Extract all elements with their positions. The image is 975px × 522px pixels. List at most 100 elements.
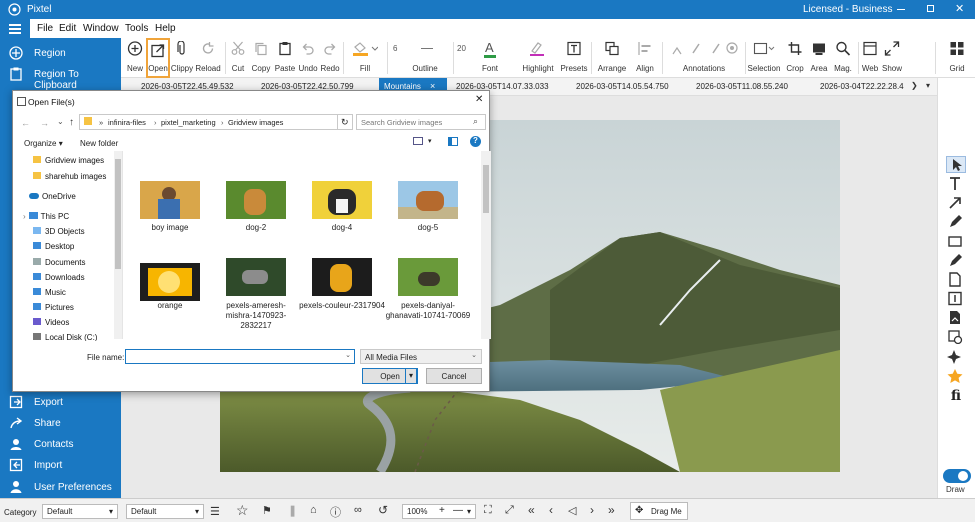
step-number-tool-icon[interactable]: [946, 291, 966, 308]
open-dropdown-icon[interactable]: ▾: [405, 368, 417, 384]
sidebar-item-import[interactable]: Import: [0, 455, 121, 475]
copy-button[interactable]: Copy: [250, 38, 272, 78]
view-mode-icon[interactable]: [413, 137, 423, 145]
tab-item[interactable]: 2026-03-05T14.05.54.750: [576, 82, 669, 91]
file-name[interactable]: dog-5: [385, 223, 471, 233]
file-name[interactable]: orange: [127, 301, 213, 311]
file-name[interactable]: boy image: [127, 223, 213, 233]
previous-page-icon[interactable]: ‹: [549, 503, 553, 517]
redo-button[interactable]: Redo: [319, 38, 341, 78]
file-name[interactable]: pexels-ameresh-mishra-1470923-2832217: [213, 301, 299, 331]
preview-pane-icon[interactable]: [448, 137, 458, 146]
star-icon[interactable]: [946, 368, 966, 385]
cancel-button[interactable]: Cancel: [426, 368, 482, 384]
draw-toggle[interactable]: [943, 469, 971, 483]
magic-sparkle-icon[interactable]: [946, 349, 966, 366]
sidebar-item-region-to-clipboard[interactable]: Region To Clipboard: [0, 64, 121, 91]
new-folder-button[interactable]: New folder: [80, 139, 118, 148]
tree-item-sharehub-images[interactable]: sharehub images: [33, 172, 106, 181]
tree-item-local-disk[interactable]: Local Disk (C:): [33, 333, 97, 341]
fit-screen-icon[interactable]: ⛶: [484, 504, 492, 517]
file-name[interactable]: dog-2: [213, 223, 299, 233]
close-icon[interactable]: ✕: [955, 2, 964, 15]
highlight-button[interactable]: Highlight: [517, 38, 559, 78]
text-tool-icon[interactable]: [946, 176, 966, 193]
dialog-close-icon[interactable]: ✕: [475, 94, 483, 105]
outline-size[interactable]: 6: [393, 44, 397, 53]
category-select[interactable]: Default ▾: [42, 504, 118, 519]
file-thumbnail[interactable]: [312, 181, 372, 219]
expand-icon[interactable]: ⤢: [505, 504, 514, 517]
next-page-icon[interactable]: ›: [590, 503, 594, 517]
refresh-icon[interactable]: ↻: [337, 114, 353, 130]
restore-icon[interactable]: [927, 5, 934, 12]
recent-dropdown-icon[interactable]: ⌄: [57, 117, 64, 126]
forward-icon[interactable]: →: [40, 118, 49, 128]
tab-item[interactable]: 2026-03-05T11.08.55.240: [696, 82, 788, 91]
rectangle-tool-icon[interactable]: [946, 234, 966, 251]
sidebar-item-contacts[interactable]: Contacts: [0, 434, 121, 454]
file-name[interactable]: pexels-daniyal-ghanavati-10741-70069: [385, 301, 471, 321]
file-thumbnail[interactable]: [312, 258, 372, 296]
file-name-input[interactable]: ⌄: [125, 349, 355, 364]
sidebar-item-share[interactable]: Share: [0, 413, 121, 433]
tree-item-pictures[interactable]: Pictures: [33, 303, 74, 312]
file-thumbnail[interactable]: [398, 258, 458, 296]
file-name[interactable]: dog-4: [299, 223, 385, 233]
search-input[interactable]: Search Gridview images ⌕: [356, 114, 486, 130]
help-icon[interactable]: ?: [470, 136, 481, 147]
pointer-tool-icon[interactable]: [946, 156, 966, 173]
file-grid-scrollbar[interactable]: [481, 151, 491, 339]
font-size[interactable]: 20: [457, 44, 466, 53]
arrow-tool-icon[interactable]: [946, 195, 966, 212]
paste-button[interactable]: Paste: [273, 38, 297, 78]
magnifier-button[interactable]: Mag.: [831, 38, 855, 78]
first-page-icon[interactable]: «: [528, 503, 535, 517]
align-button[interactable]: Align: [630, 38, 660, 78]
font-color-icon[interactable]: A: [485, 40, 494, 55]
presets-button[interactable]: Presets: [559, 38, 589, 78]
tree-item-desktop[interactable]: Desktop: [33, 242, 74, 251]
tree-item-this-pc[interactable]: › This PC: [23, 212, 69, 221]
crop-button[interactable]: Crop: [783, 38, 807, 78]
selection-button[interactable]: Selection: [747, 38, 781, 78]
file-name[interactable]: pexels-couleur-2317904: [299, 301, 385, 311]
tree-item-videos[interactable]: Videos: [33, 318, 69, 327]
link-icon[interactable]: ∞: [354, 504, 362, 516]
outline-button[interactable]: 6 Outline: [389, 38, 451, 78]
history-icon[interactable]: ↺: [378, 503, 388, 517]
up-folder-icon[interactable]: ↑: [69, 117, 74, 128]
grid-button[interactable]: Grid: [943, 38, 971, 78]
info-icon[interactable]: ⓘ: [330, 504, 341, 520]
tree-item-music[interactable]: Music: [33, 288, 66, 297]
area-button[interactable]: Area: [807, 38, 831, 78]
new-button[interactable]: New: [123, 38, 147, 78]
file-thumbnail[interactable]: [398, 181, 458, 219]
tag-list-icon[interactable]: ☰: [210, 505, 220, 518]
arrange-button[interactable]: Arrange: [594, 38, 630, 78]
fill-button[interactable]: Fill: [345, 38, 385, 78]
prev-item-icon[interactable]: ◁: [568, 504, 576, 517]
font-button[interactable]: 20 A Font: [455, 38, 517, 78]
blur-tool-icon[interactable]: [946, 329, 966, 346]
star-outline-icon[interactable]: ☆: [236, 502, 249, 519]
file-thumbnail[interactable]: [140, 181, 200, 219]
file-thumbnail[interactable]: [140, 263, 200, 301]
tabs-dropdown-icon[interactable]: ▾: [926, 81, 930, 90]
zoom-control[interactable]: 100% + — ▾: [402, 504, 476, 519]
menu-help[interactable]: Help: [155, 23, 176, 34]
hamburger-menu-icon[interactable]: [0, 19, 30, 38]
tags-icon[interactable]: ⌂: [310, 504, 317, 516]
minimize-icon[interactable]: [897, 9, 905, 10]
line-style-icon[interactable]: [421, 48, 433, 49]
sidebar-item-export[interactable]: Export: [0, 392, 121, 412]
sidebar-item-user-preferences[interactable]: User Preferences: [0, 477, 121, 497]
secondary-select[interactable]: Default ▾: [126, 504, 204, 519]
reload-button[interactable]: Reload: [194, 38, 222, 78]
back-icon[interactable]: ←: [21, 118, 30, 128]
organize-button[interactable]: Organize ▾: [24, 139, 63, 148]
tree-item-onedrive[interactable]: OneDrive: [29, 192, 76, 201]
tree-item-documents[interactable]: Documents: [33, 258, 85, 267]
menu-tools[interactable]: Tools: [125, 23, 148, 34]
image-stamp-tool-icon[interactable]: [946, 310, 966, 327]
